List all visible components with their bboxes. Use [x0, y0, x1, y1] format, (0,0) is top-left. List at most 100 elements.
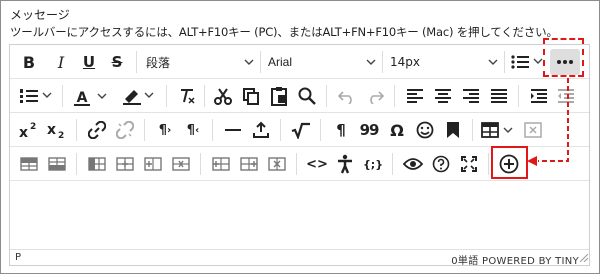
strikethrough-button[interactable]: S: [104, 49, 130, 75]
more-button-highlight: [543, 38, 584, 77]
upload-icon: [253, 121, 269, 138]
font-family-select[interactable]: Arial: [262, 49, 380, 75]
accessibility-button[interactable]: [332, 151, 358, 177]
table-split-button[interactable]: [208, 151, 234, 177]
separator: [280, 119, 281, 141]
separator: [204, 85, 205, 107]
table-delete-row-icon: [268, 157, 286, 171]
preview-button[interactable]: [400, 151, 426, 177]
cut-button[interactable]: [210, 83, 236, 109]
table-col-before-button[interactable]: [84, 151, 110, 177]
paste-button[interactable]: [266, 83, 292, 109]
align-left-button[interactable]: [402, 83, 428, 109]
clear-format-icon: [181, 89, 195, 104]
format-select-value: 段落: [146, 55, 171, 70]
toolbar-row-3: x2 x2 ¶ › ¶ ‹ ¶ 99 Ω: [10, 113, 589, 147]
table-merge-button[interactable]: [236, 151, 262, 177]
unlink-button[interactable]: [112, 117, 138, 143]
align-right-icon: [463, 89, 479, 103]
editor-body[interactable]: [10, 181, 589, 249]
subscript-icon: x2: [47, 122, 64, 139]
align-center-button[interactable]: [430, 83, 456, 109]
table-col-after-button[interactable]: [112, 151, 138, 177]
table-button[interactable]: [478, 117, 518, 143]
copy-button[interactable]: [238, 83, 264, 109]
paragraph-button[interactable]: ¶: [328, 117, 354, 143]
emoji-button[interactable]: [412, 117, 438, 143]
bullet-list-icon: [511, 55, 543, 69]
bold-button[interactable]: B: [16, 49, 42, 75]
svg-text:2: 2: [58, 131, 64, 139]
search-button[interactable]: [294, 83, 320, 109]
align-center-icon: [435, 89, 451, 103]
separator: [144, 119, 145, 141]
clear-format-button[interactable]: [174, 83, 200, 109]
insert-upload-button[interactable]: [248, 117, 274, 143]
chevron-down-icon: [488, 59, 498, 65]
table-row-before-button[interactable]: [16, 151, 42, 177]
table-icon: [481, 122, 513, 138]
bullet-list-button[interactable]: [506, 49, 548, 75]
eye-icon: [403, 158, 423, 170]
accessibility-icon: [338, 154, 352, 174]
format-select[interactable]: 段落: [140, 49, 258, 75]
table-row-after-button[interactable]: [44, 151, 70, 177]
separator: [166, 85, 167, 107]
rtl-button[interactable]: ¶ ‹: [180, 117, 206, 143]
table-delete-col-icon: [172, 157, 190, 171]
separator: [212, 119, 213, 141]
annotation-arrow: [527, 78, 569, 166]
redo-button[interactable]: [362, 83, 388, 109]
svg-text:x: x: [19, 125, 28, 139]
superscript-button[interactable]: x2: [16, 117, 42, 143]
justify-button[interactable]: [486, 83, 512, 109]
separator: [200, 153, 201, 175]
font-size-select[interactable]: 14px: [384, 49, 502, 75]
table-delete-col-button[interactable]: [168, 151, 194, 177]
status-bar: P 0単語 POWERED BY TINY: [10, 249, 589, 267]
superscript-icon: x2: [19, 122, 36, 139]
horizontal-line-button[interactable]: [220, 117, 246, 143]
blockquote-button[interactable]: 99: [356, 117, 382, 143]
subscript-button[interactable]: x2: [44, 117, 70, 143]
element-path[interactable]: P: [15, 252, 21, 263]
text-color-button[interactable]: A: [70, 83, 110, 109]
bookmark-button[interactable]: [440, 117, 466, 143]
scissors-icon: [214, 88, 232, 105]
toolbar-hint: ツールバーにアクセスするには、ALT+F10キー (PC)、またはALT+FN+…: [10, 25, 558, 39]
separator: [488, 153, 489, 175]
add-content-highlight: [491, 146, 528, 179]
help-icon: [432, 155, 450, 173]
unlink-icon: [116, 121, 134, 139]
justify-icon: [491, 89, 507, 103]
help-button[interactable]: [428, 151, 454, 177]
code-sample-button[interactable]: {;}: [360, 151, 386, 177]
table-insert-col-button[interactable]: [140, 151, 166, 177]
fullscreen-button[interactable]: [456, 151, 482, 177]
underline-button[interactable]: U: [76, 49, 102, 75]
chevron-down-icon: [366, 59, 376, 65]
table-delete-row-button[interactable]: [264, 151, 290, 177]
dialog-title: メッセージ: [10, 8, 70, 22]
resize-grip-icon[interactable]: [580, 254, 588, 262]
font-size-value: 14px: [390, 55, 420, 69]
link-button[interactable]: [84, 117, 110, 143]
align-right-button[interactable]: [458, 83, 484, 109]
separator: [320, 119, 321, 141]
source-code-button[interactable]: <>: [304, 151, 330, 177]
separator: [76, 153, 77, 175]
ltr-button[interactable]: ¶ ›: [152, 117, 178, 143]
undo-button[interactable]: [334, 83, 360, 109]
table-row-after-icon: [48, 157, 66, 171]
toolbar-row-2: A: [10, 79, 589, 113]
highlight-color-button[interactable]: [118, 83, 158, 109]
numbered-list-button[interactable]: [16, 83, 56, 109]
font-family-value: Arial: [268, 55, 293, 69]
italic-button[interactable]: I: [48, 49, 74, 75]
svg-text:2: 2: [30, 122, 36, 132]
special-char-button[interactable]: Ω: [384, 117, 410, 143]
math-button[interactable]: [288, 117, 314, 143]
powered-by-link[interactable]: POWERED BY TINY: [482, 256, 579, 267]
horizontal-line-icon: [225, 129, 241, 131]
table-insert-col-icon: [144, 157, 162, 171]
